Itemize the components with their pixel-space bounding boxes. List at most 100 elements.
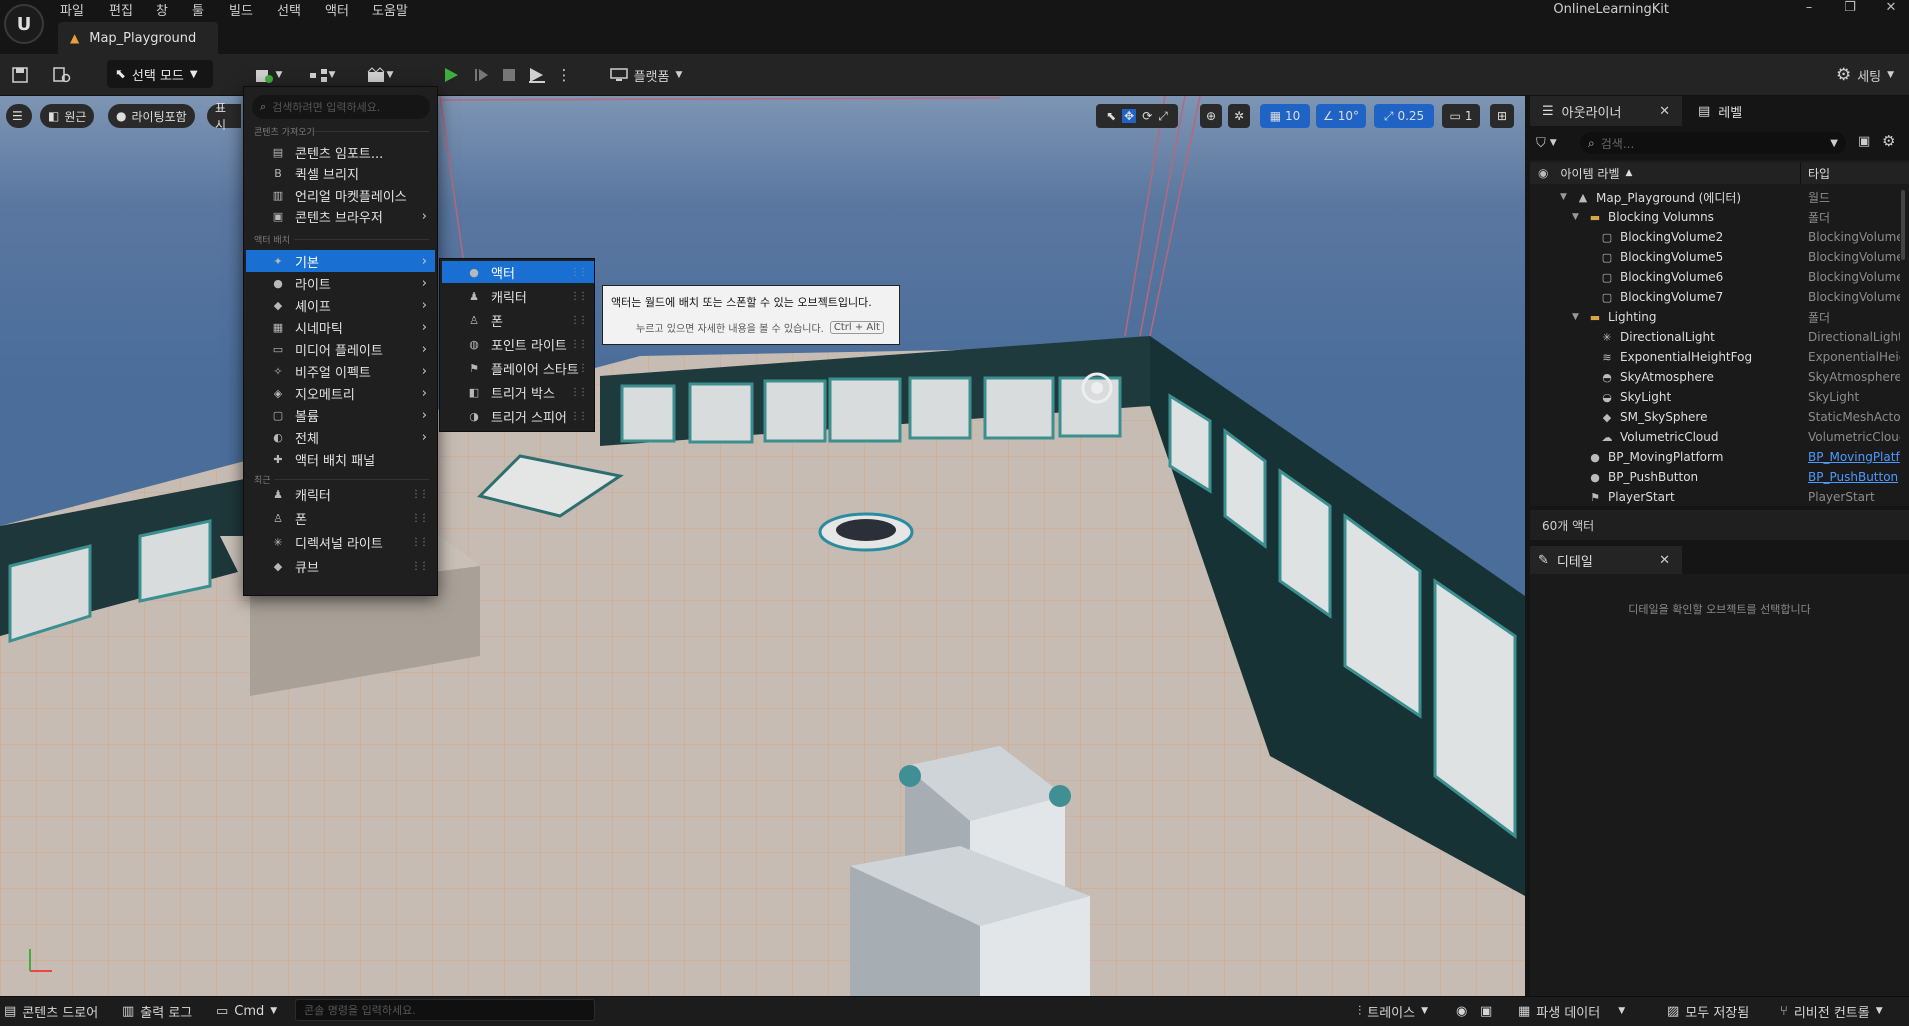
revision-control-button[interactable]: ⑂ 리비전 컨트롤 ▼: [1780, 999, 1883, 1023]
recent-item-0[interactable]: ♟ 캐릭터 ⋮⋮: [246, 483, 435, 505]
drag-handle-icon[interactable]: ⋮⋮: [411, 561, 429, 572]
select-tool-icon[interactable]: ⬉: [1106, 109, 1116, 123]
place-item-3[interactable]: ▦ 시네마틱 ›: [246, 316, 435, 338]
play-icon[interactable]: [440, 62, 462, 88]
place-item-2[interactable]: ◆ 셰이프 ›: [246, 294, 435, 316]
outliner-row[interactable]: ▢ BlockingVolume7 BlockingVolume: [1530, 287, 1909, 307]
import-item-2[interactable]: ▥ 언리얼 마켓플레이스: [246, 184, 435, 206]
basic-item-4[interactable]: ⚑ 플레이어 스타트 ⋮⋮: [442, 357, 594, 379]
mode-select-dropdown[interactable]: ⬉ 선택 모드 ▼: [107, 60, 213, 88]
maximize-icon[interactable]: ❐: [1833, 0, 1867, 18]
view-mode-button[interactable]: ● 라이팅포함: [108, 104, 195, 128]
menu-edit[interactable]: 편집: [109, 0, 133, 19]
place-item-0[interactable]: ✦ 기본 ›: [246, 250, 435, 272]
content-drawer-button[interactable]: ▤ 콘텐츠 드로어: [4, 999, 98, 1023]
unreal-logo-icon[interactable]: U: [4, 4, 44, 44]
screenshot-icon[interactable]: ▣: [1480, 999, 1492, 1023]
stop-icon[interactable]: [498, 62, 520, 88]
import-item-3[interactable]: ▣ 콘텐츠 브라우저 ›: [246, 206, 435, 228]
cmd-dropdown[interactable]: ▭ Cmd ▼: [216, 999, 277, 1023]
close-icon[interactable]: ✕: [1659, 553, 1670, 568]
drag-handle-icon[interactable]: ⋮⋮: [570, 387, 588, 398]
save-all-button[interactable]: ▨ 모두 저장됨: [1667, 999, 1749, 1023]
trace-button[interactable]: ⫶ 트레이스 ▼: [1358, 999, 1428, 1023]
menu-tools[interactable]: 툴: [192, 0, 204, 19]
menu-build[interactable]: 빌드: [229, 0, 253, 19]
drag-handle-icon[interactable]: ⋮⋮: [570, 315, 588, 326]
drag-handle-icon[interactable]: ⋮⋮: [411, 537, 429, 548]
scale-snap-toggle[interactable]: ⤢ 0.25: [1374, 104, 1434, 128]
expand-caret-icon[interactable]: ▼: [1560, 192, 1570, 202]
basic-item-3[interactable]: ◍ 포인트 라이트 ⋮⋮: [442, 333, 594, 355]
filter-button[interactable]: ⛉ ▼: [1536, 132, 1572, 154]
layout-icon[interactable]: ⊞: [1490, 104, 1514, 128]
grid-snap-toggle[interactable]: ▦ 10: [1260, 104, 1310, 128]
place-item-9[interactable]: ✚ 액터 배치 패널: [246, 448, 435, 470]
outliner-row[interactable]: ⚑ PlayerStart PlayerStart: [1530, 487, 1909, 507]
basic-item-6[interactable]: ◑ 트리거 스피어 ⋮⋮: [442, 405, 594, 427]
advance-frame-icon[interactable]: [470, 62, 492, 88]
visibility-eye-icon[interactable]: ◉: [1538, 166, 1548, 180]
outliner-row[interactable]: ≋ ExponentialHeightFog ExponentialHeig: [1530, 347, 1909, 367]
outliner-search-input[interactable]: ⌕ 검색... ▼: [1580, 132, 1846, 154]
outliner-type-link[interactable]: BP_MovingPlatf: [1808, 450, 1900, 464]
surface-snap-icon[interactable]: ✲: [1228, 104, 1250, 128]
basic-item-0[interactable]: ● 액터 ⋮⋮: [442, 261, 594, 283]
expand-caret-icon[interactable]: ▼: [1572, 312, 1582, 322]
outliner-tab[interactable]: ☰ 아웃라이너 ✕: [1530, 96, 1682, 126]
basic-item-1[interactable]: ♟ 캐릭터 ⋮⋮: [442, 285, 594, 307]
level-viewport[interactable]: ☰ ◧ 원근 ● 라이팅포함 표시 ⬉ ✥ ⟳ ⤢ ⊕ ✲ ▦ 10 ∠ 10°…: [0, 96, 1525, 996]
menu-help[interactable]: 도움말: [372, 0, 408, 19]
import-item-0[interactable]: ▤ 콘텐츠 임포트...: [246, 141, 435, 163]
import-item-1[interactable]: B 퀵셀 브리지: [246, 163, 435, 185]
place-item-5[interactable]: ✧ 비주얼 이펙트 ›: [246, 360, 435, 382]
perspective-button[interactable]: ◧ 원근: [40, 104, 95, 128]
place-item-1[interactable]: ● 라이트 ›: [246, 272, 435, 294]
outliner-row[interactable]: ▢ BlockingVolume6 BlockingVolume: [1530, 267, 1909, 287]
drag-handle-icon[interactable]: ⋮⋮: [411, 489, 429, 500]
drag-handle-icon[interactable]: ⋮⋮: [570, 267, 588, 278]
outliner-row[interactable]: ◒ SkyLight SkyLight: [1530, 387, 1909, 407]
scale-tool-icon[interactable]: ⤢: [1158, 109, 1168, 124]
drag-handle-icon[interactable]: ⋮⋮: [570, 363, 588, 374]
outliner-row[interactable]: ☁ VolumetricCloud VolumetricClouc: [1530, 427, 1909, 447]
outliner-scrollbar[interactable]: [1901, 190, 1905, 260]
recent-item-2[interactable]: ✳ 디렉셔널 라이트 ⋮⋮: [246, 531, 435, 553]
menu-file[interactable]: 파일: [60, 0, 84, 19]
quick-add-button[interactable]: ▼: [248, 62, 288, 88]
show-flags-button[interactable]: 표시: [207, 101, 241, 132]
levels-tab[interactable]: ▤ 레벨: [1686, 96, 1776, 126]
place-item-8[interactable]: ◐ 전체 ›: [246, 426, 435, 448]
outliner-row[interactable]: ✳ DirectionalLight DirectionalLight: [1530, 327, 1909, 347]
record-icon[interactable]: ◉: [1456, 999, 1467, 1023]
outliner-row[interactable]: ▼ ▬ Lighting 폴더: [1530, 307, 1909, 327]
rotate-tool-icon[interactable]: ⟳: [1142, 109, 1152, 123]
output-log-button[interactable]: ▥ 출력 로그: [122, 999, 192, 1023]
cinematics-button[interactable]: ▼: [360, 62, 400, 88]
console-input[interactable]: 콘솔 명령을 입력하세요.: [295, 999, 595, 1021]
settings-button[interactable]: ⚙ 세팅 ▼: [1826, 62, 1904, 88]
close-icon[interactable]: ✕: [1659, 104, 1670, 119]
details-tab[interactable]: ✎ 디테일 ✕: [1530, 546, 1682, 574]
outliner-row[interactable]: ● BP_MovingPlatform BP_MovingPlatf: [1530, 447, 1909, 467]
basic-item-2[interactable]: ♙ 폰 ⋮⋮: [442, 309, 594, 331]
menu-window[interactable]: 창: [156, 0, 168, 19]
menu-actor[interactable]: 액터: [325, 0, 349, 19]
close-icon[interactable]: ✕: [1874, 0, 1908, 18]
play-options-icon[interactable]: ⋮: [556, 62, 572, 88]
world-space-icon[interactable]: ⊕: [1200, 104, 1222, 128]
content-browse-icon[interactable]: [50, 62, 74, 88]
outliner-row[interactable]: ● BP_PushButton BP_PushButton: [1530, 467, 1909, 487]
level-document-tab[interactable]: ▲ Map_Playground: [58, 22, 218, 54]
rotation-snap-toggle[interactable]: ∠ 10°: [1316, 104, 1366, 128]
col-type[interactable]: 타입: [1808, 165, 1830, 182]
drag-handle-icon[interactable]: ⋮⋮: [570, 411, 588, 422]
place-item-4[interactable]: ▭ 미디어 플레이트 ›: [246, 338, 435, 360]
outliner-type-link[interactable]: BP_PushButton: [1808, 470, 1900, 484]
outliner-row[interactable]: ◓ SkyAtmosphere SkyAtmosphere: [1530, 367, 1909, 387]
blueprint-menu-button[interactable]: ▼: [302, 62, 342, 88]
viewport-menu-icon[interactable]: ☰: [6, 104, 32, 128]
menu-select[interactable]: 선택: [277, 0, 301, 19]
outliner-row[interactable]: ▼ ▲ Map_Playground (에디터) 월드: [1530, 187, 1909, 207]
outliner-row[interactable]: ▢ BlockingVolume2 BlockingVolume: [1530, 227, 1909, 247]
